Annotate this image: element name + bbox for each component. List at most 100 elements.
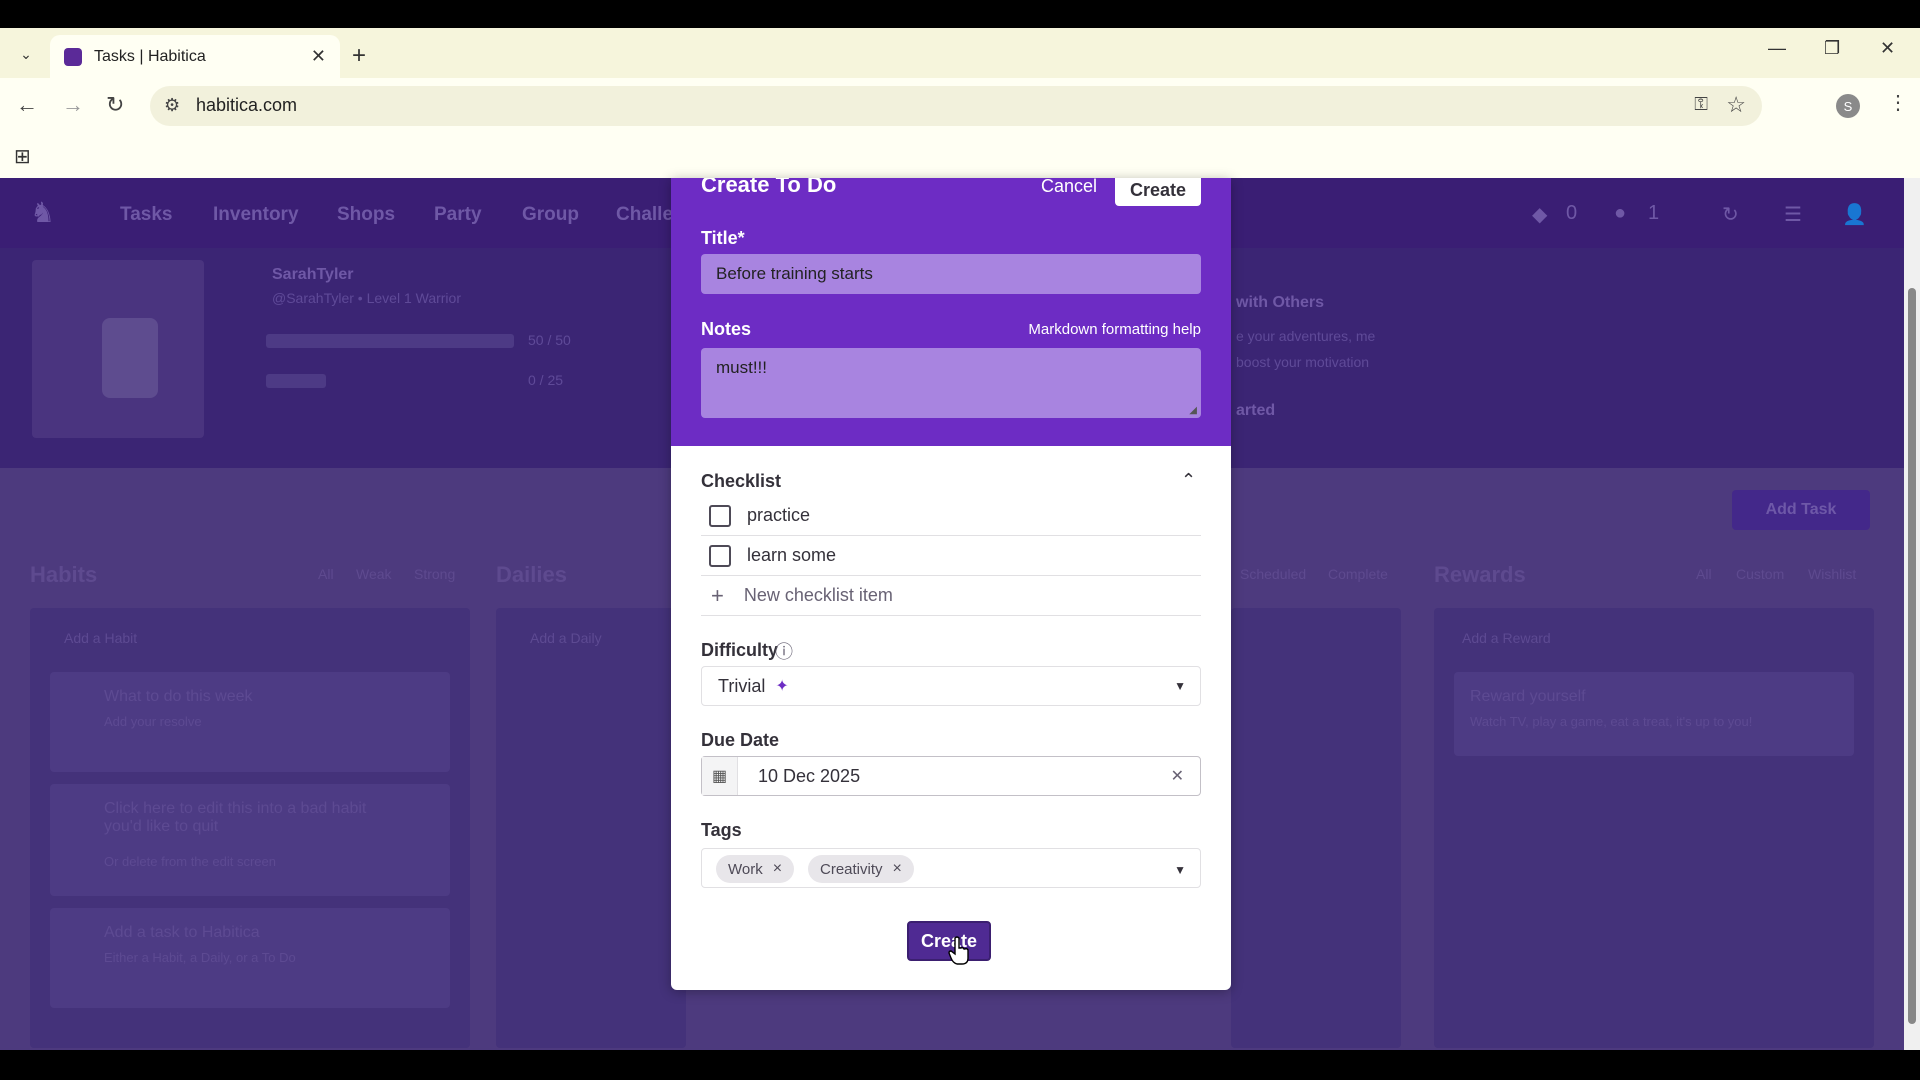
add-reward-input[interactable]: Add a Reward bbox=[1462, 630, 1551, 646]
sync-icon[interactable]: ↻ bbox=[1722, 202, 1739, 227]
checklist-item[interactable]: learn some bbox=[701, 536, 1201, 576]
rewards-column: Add a Reward Reward yourself Watch TV, p… bbox=[1434, 608, 1874, 1048]
due-date-input[interactable]: ▦ 10 Dec 2025 ✕ bbox=[701, 756, 1201, 796]
site-info-icon[interactable]: ⚙ bbox=[164, 95, 180, 116]
habit-card[interactable]: Add a task to Habitica Either a Habit, a… bbox=[50, 908, 450, 1008]
checklist-checkbox[interactable] bbox=[709, 544, 731, 567]
new-tab-icon[interactable]: + bbox=[352, 42, 366, 70]
browser-tab[interactable]: Tasks | Habitica ✕ bbox=[50, 35, 340, 78]
modal-title: Create To Do bbox=[701, 178, 837, 197]
close-window-icon[interactable]: ✕ bbox=[1880, 38, 1895, 59]
habit-card[interactable]: Click here to edit this into a bad habit… bbox=[50, 784, 450, 896]
due-date-value: 10 Dec 2025 bbox=[758, 766, 861, 786]
create-button-top[interactable]: Create bbox=[1115, 178, 1201, 206]
nav-inventory[interactable]: Inventory bbox=[213, 204, 299, 226]
password-key-icon[interactable]: ⚿ bbox=[1694, 94, 1708, 115]
nav-shops[interactable]: Shops bbox=[337, 204, 395, 226]
social-cta[interactable]: arted bbox=[1236, 402, 1275, 420]
habits-filter-weak[interactable]: Weak bbox=[356, 566, 392, 582]
dailies-filter-scheduled[interactable]: Scheduled bbox=[1240, 566, 1306, 582]
rewards-filter-wishlist[interactable]: Wishlist bbox=[1808, 566, 1856, 582]
browser-menu-icon[interactable]: ⋮ bbox=[1888, 90, 1908, 115]
calendar-icon[interactable]: ▦ bbox=[702, 757, 738, 795]
social-title: with Others bbox=[1236, 294, 1325, 311]
remove-tag-icon[interactable]: × bbox=[773, 860, 782, 878]
checklist-item-text[interactable]: practice bbox=[747, 505, 810, 526]
nav-group[interactable]: Group bbox=[522, 204, 579, 226]
cancel-button[interactable]: Cancel bbox=[1041, 178, 1097, 197]
nav-tasks[interactable]: Tasks bbox=[120, 204, 172, 226]
difficulty-label: Difficulty bbox=[701, 640, 779, 660]
info-icon[interactable]: ⓘ bbox=[775, 638, 793, 664]
checklist-item-text[interactable]: learn some bbox=[747, 545, 836, 566]
habits-title: Habits bbox=[30, 562, 98, 587]
notes-textarea[interactable]: must!!! ◢ bbox=[701, 348, 1201, 418]
close-tab-icon[interactable]: ✕ bbox=[311, 46, 326, 67]
new-checklist-item[interactable]: + New checklist item bbox=[701, 576, 1201, 616]
difficulty-select[interactable]: Trivial ✦ ▼ bbox=[701, 666, 1201, 706]
nav-challenges[interactable]: Challe bbox=[616, 204, 673, 226]
tags-label: Tags bbox=[701, 820, 742, 840]
profile-avatar[interactable]: S bbox=[1836, 94, 1860, 118]
window-top-border bbox=[0, 0, 1920, 28]
minimize-icon[interactable]: — bbox=[1768, 38, 1786, 59]
notes-value: must!!! bbox=[716, 358, 768, 377]
notifications-icon[interactable]: ☰ bbox=[1784, 202, 1802, 227]
resize-handle-icon[interactable]: ◢ bbox=[1189, 405, 1197, 416]
back-icon[interactable]: ← bbox=[16, 92, 38, 118]
chevron-up-icon[interactable]: ⌃ bbox=[1181, 470, 1196, 491]
bookmark-star-icon[interactable]: ☆ bbox=[1726, 92, 1746, 118]
gold-count: 1 bbox=[1648, 202, 1660, 224]
habits-filter-all[interactable]: All bbox=[318, 566, 334, 582]
gold-icon: ● bbox=[1614, 202, 1627, 224]
plus-icon: + bbox=[711, 582, 724, 608]
add-daily-input[interactable]: Add a Daily bbox=[530, 630, 602, 646]
habit-card-sub: Either a Habit, a Daily, or a To Do bbox=[104, 950, 296, 965]
tag-chip-label: Creativity bbox=[820, 860, 883, 878]
tags-select[interactable]: Work × Creativity × ▼ bbox=[701, 848, 1201, 888]
bookmarks-bar: ⊞ bbox=[0, 134, 1920, 178]
reward-card[interactable]: Reward yourself Watch TV, play a game, e… bbox=[1454, 672, 1854, 756]
rewards-filter-all[interactable]: All bbox=[1696, 566, 1712, 582]
rewards-title: Rewards bbox=[1434, 562, 1526, 587]
checklist-item[interactable]: practice bbox=[701, 496, 1201, 536]
tab-groups-icon[interactable]: ⊞ bbox=[14, 144, 31, 169]
avatar[interactable] bbox=[32, 260, 204, 438]
dailies-filter-complete[interactable]: Complete bbox=[1328, 566, 1388, 582]
health-bar bbox=[266, 334, 514, 348]
reward-card-sub: Watch TV, play a game, eat a treat, it's… bbox=[1470, 714, 1753, 729]
habits-filter-strong[interactable]: Strong bbox=[414, 566, 455, 582]
remove-tag-icon[interactable]: × bbox=[893, 860, 902, 878]
checklist-checkbox[interactable] bbox=[709, 504, 731, 527]
habit-card-title: What to do this week bbox=[104, 688, 253, 705]
omnibox[interactable]: ⚙ habitica.com ⚿ ☆ bbox=[150, 86, 1762, 126]
reload-icon[interactable]: ↻ bbox=[106, 92, 124, 118]
tab-search-chevron-icon[interactable]: ⌄ bbox=[12, 40, 40, 68]
user-menu-icon[interactable]: 👤 bbox=[1842, 202, 1867, 227]
habit-card[interactable]: What to do this week Add your resolve bbox=[50, 672, 450, 772]
habitica-logo-icon[interactable]: ♞ bbox=[30, 196, 55, 229]
restore-icon[interactable]: ❐ bbox=[1824, 38, 1840, 59]
url-text[interactable]: habitica.com bbox=[196, 95, 297, 116]
social-subtitle-1: e your adventures, me bbox=[1236, 328, 1376, 344]
dropdown-caret-icon[interactable]: ▼ bbox=[1174, 863, 1186, 877]
habit-card-title: Add a task to Habitica bbox=[104, 924, 260, 941]
page-scrollbar[interactable] bbox=[1904, 178, 1920, 1050]
forward-icon[interactable]: → bbox=[62, 92, 84, 118]
markdown-help-link[interactable]: Markdown formatting help bbox=[1028, 321, 1201, 338]
notes-label: Notes bbox=[701, 319, 752, 339]
new-checklist-item-placeholder: New checklist item bbox=[743, 585, 893, 605]
add-habit-input[interactable]: Add a Habit bbox=[64, 630, 137, 646]
clear-date-icon[interactable]: ✕ bbox=[1171, 766, 1184, 786]
create-todo-modal: Create To Do Cancel Create Title* Before… bbox=[671, 178, 1231, 990]
rewards-filter-custom[interactable]: Custom bbox=[1736, 566, 1784, 582]
habitica-favicon-icon bbox=[64, 47, 82, 66]
nav-party[interactable]: Party bbox=[434, 204, 482, 226]
reward-card-title: Reward yourself bbox=[1470, 688, 1586, 705]
add-task-button[interactable]: Add Task bbox=[1732, 490, 1870, 530]
title-input[interactable]: Before training starts bbox=[701, 254, 1201, 294]
scroll-thumb[interactable] bbox=[1908, 288, 1916, 1024]
dropdown-caret-icon: ▼ bbox=[1174, 679, 1186, 693]
dailies-column: Add a Daily bbox=[496, 608, 686, 1048]
hand-cursor-icon bbox=[948, 936, 969, 965]
